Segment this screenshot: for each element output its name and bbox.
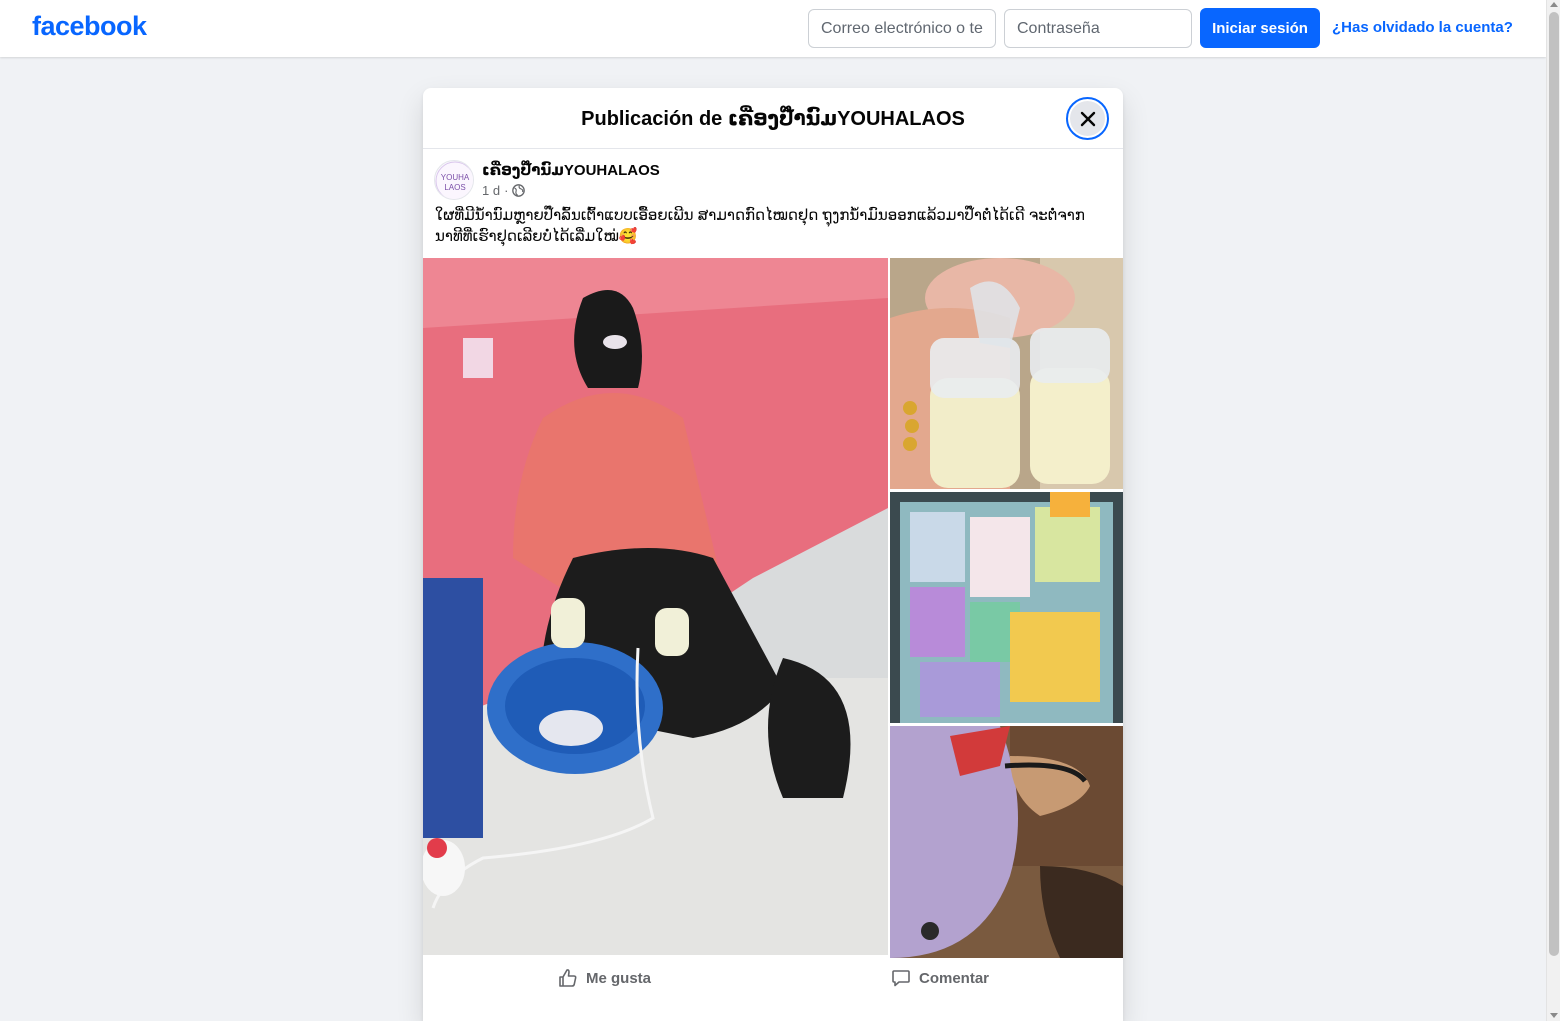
like-button[interactable]: Me gusta: [558, 958, 651, 998]
forgot-account-link[interactable]: ¿Has olvidado la cuenta?: [1332, 19, 1513, 36]
password-field[interactable]: [1004, 9, 1192, 48]
globe-icon: [512, 184, 526, 197]
post-dialog: Publicación de ເຄື່ອງປ໊ຳນົມYOUHALAOS YOU…: [423, 88, 1123, 1021]
post-photo-main[interactable]: [423, 258, 888, 955]
login-button[interactable]: Iniciar sesión: [1200, 8, 1320, 48]
thumbs-up-icon: [559, 969, 577, 987]
close-button[interactable]: [1066, 97, 1109, 140]
post-photo-2[interactable]: [890, 258, 1123, 489]
svg-text:LAOS: LAOS: [444, 183, 465, 192]
post-time[interactable]: 1 d: [482, 183, 500, 198]
meta-separator: ·: [504, 183, 509, 198]
dialog-title: Publicación de ເຄື່ອງປ໊ຳນົມYOUHALAOS: [581, 107, 965, 130]
post-photo-3[interactable]: [890, 492, 1123, 723]
comment-button[interactable]: Comentar: [891, 958, 989, 998]
comment-icon: [892, 970, 910, 987]
post-action-bar: Me gusta Comentar: [423, 958, 1123, 998]
author-name-link[interactable]: ເຄື່ອງປ໊ຳນົມYOUHALAOS: [482, 161, 660, 179]
top-navigation-bar: facebook Iniciar sesión ¿Has olvidado la…: [0, 0, 1546, 57]
post-text: ໃຜທີ່ມີນ້ຳນົມຫຼາຍປ໊ຳລົ້ນເຕົ້າແບບເອື້ອຍເພ…: [435, 207, 1085, 245]
like-label: Me gusta: [586, 969, 652, 987]
close-icon: [1080, 111, 1095, 126]
dialog-header: Publicación de ເຄື່ອງປ໊ຳນົມYOUHALAOS: [423, 88, 1123, 149]
avatar-logo: YOUHA LAOS: [435, 161, 473, 199]
comment-label: Comentar: [919, 969, 990, 987]
scrollbar-thumb[interactable]: [1549, 12, 1559, 956]
scroll-down-icon[interactable]: [1550, 1013, 1558, 1018]
post-meta: 1 d ·: [482, 183, 526, 198]
email-field[interactable]: [808, 9, 996, 48]
svg-text:YOUHA: YOUHA: [441, 173, 470, 182]
scroll-up-icon[interactable]: [1550, 2, 1558, 7]
post-photo-4[interactable]: [890, 726, 1123, 958]
facebook-logo[interactable]: facebook: [32, 11, 147, 42]
avatar[interactable]: YOUHA LAOS: [434, 160, 474, 200]
page-scrollbar[interactable]: [1546, 0, 1560, 1021]
